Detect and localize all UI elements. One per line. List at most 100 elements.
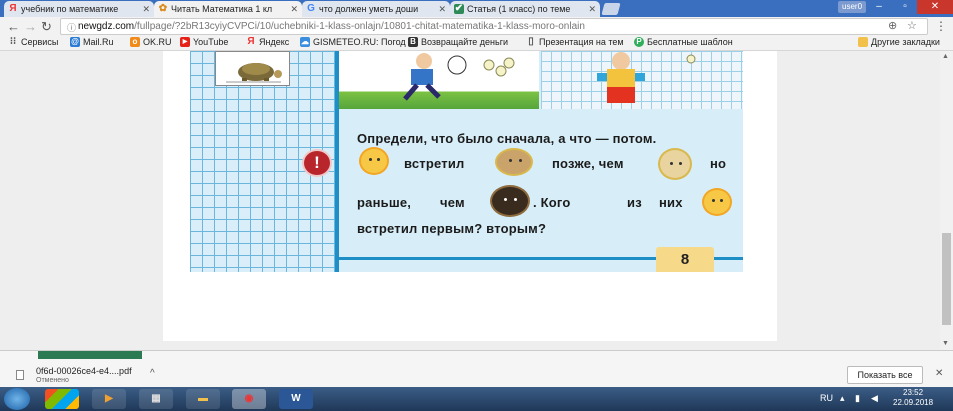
windows-flag-icon[interactable] xyxy=(45,389,79,409)
bookmark-label: Возвращайте деньги xyxy=(421,37,509,47)
word-icon[interactable]: W xyxy=(279,389,313,409)
exercise-text-later-than: позже, чем xyxy=(552,156,624,171)
address-bar[interactable]: ⓘ newgdz.com/fullpage/?2bR13cyiyCVPCi/10… xyxy=(60,18,928,35)
tab-label: Читать Математика 1 кл xyxy=(171,4,273,14)
info-icon[interactable]: ⓘ xyxy=(67,21,76,34)
bookmark-other[interactable]: Другие закладки xyxy=(858,37,940,47)
tab-google-search[interactable]: G что должен уметь доши ✕ xyxy=(302,1,450,17)
start-button[interactable] xyxy=(4,388,30,410)
flower-icon: ✿ xyxy=(158,3,168,14)
downloads-bar: 0f6d-00026ce4-e4....pdf Отменено ^ Показ… xyxy=(0,350,953,387)
yandex-icon: Я xyxy=(247,36,255,47)
window-close-icon[interactable]: ✕ xyxy=(917,0,953,14)
clock-date: 22.09.2018 xyxy=(893,398,934,407)
download-filename[interactable]: 0f6d-00026ce4-e4....pdf xyxy=(36,366,132,376)
bookmark-services[interactable]: ⁝⁝ Сервисы xyxy=(8,36,59,48)
exercise-text-who: . Кого xyxy=(533,195,571,210)
bookmark-presentation[interactable]: ▯ Презентация на тем xyxy=(526,37,624,48)
tab-label: что должен уметь доши xyxy=(319,4,419,14)
page-viewport: ! 8 Определи, что было сначала, а что — … xyxy=(0,51,940,350)
tab-label: Статья (1 класс) по теме xyxy=(467,4,571,14)
weather-icon: ☁ xyxy=(300,37,310,47)
bookmark-ok[interactable]: o OK.RU xyxy=(130,37,172,47)
turtle-icon xyxy=(226,63,282,83)
mail-icon: @ xyxy=(70,37,80,47)
bookmark-label: Бесплатные шаблон xyxy=(647,37,733,47)
page-number: 8 xyxy=(656,247,714,272)
toolbar: ← → ↻ ⓘ newgdz.com/fullpage/?2bR13cyiyCV… xyxy=(0,17,953,36)
exercise-text-than: чем xyxy=(440,195,465,210)
exercise-text-earlier: раньше, xyxy=(357,195,412,210)
scroll-up-icon[interactable]: ▲ xyxy=(942,53,949,60)
bookmark-yandex[interactable]: Я Яндекс xyxy=(246,36,290,48)
bookmark-templates[interactable]: P Бесплатные шаблон xyxy=(634,37,733,47)
bookmark-gismeteo[interactable]: ☁ GISMETEO.RU: Погод xyxy=(300,37,406,47)
show-all-downloads-button[interactable]: Показать все xyxy=(847,366,923,384)
standing-boy-picture xyxy=(541,51,743,109)
boy-standing-icon xyxy=(597,52,696,103)
bookmark-youtube[interactable]: ▶ YouTube xyxy=(180,37,228,47)
exercise-line-1: Определи, что было сначала, а что — пото… xyxy=(357,131,657,146)
explorer-folder-icon[interactable]: ▬ xyxy=(186,389,220,409)
close-icon[interactable]: ✕ xyxy=(438,4,446,15)
url-text[interactable]: newgdz.com/fullpage/?2bR13cyiyCVPCi/10/u… xyxy=(78,21,585,32)
tab-label: учебник по математике xyxy=(21,4,119,14)
url-host: newgdz.com xyxy=(78,21,135,32)
bookmark-label: OK.RU xyxy=(143,37,172,47)
minimize-icon[interactable]: – xyxy=(866,0,892,14)
close-icon[interactable]: ✕ xyxy=(588,4,596,15)
new-tab-button[interactable] xyxy=(601,3,621,15)
bookmark-star-icon[interactable]: ☆ xyxy=(907,19,917,32)
system-clock[interactable]: 23:52 22.09.2018 xyxy=(893,388,933,408)
tab-strip: Я учебник по математике ✕ ✿ Читать Матем… xyxy=(0,0,953,17)
close-icon[interactable]: ✕ xyxy=(142,4,150,15)
forward-arrow-icon[interactable]: → xyxy=(24,19,37,34)
bookmark-mailru[interactable]: @ Mail.Ru xyxy=(70,37,114,47)
close-icon[interactable]: ✕ xyxy=(290,4,298,15)
tab-yandex-textbook[interactable]: Я учебник по математике ✕ xyxy=(4,1,154,17)
ok-icon: o xyxy=(130,37,140,47)
page-scrollbar[interactable]: ▲ ▼ xyxy=(940,51,953,350)
chrome-icon[interactable]: ◉ xyxy=(232,389,266,409)
exercise-line-4: встретил первым? вторым? xyxy=(357,221,547,236)
bookmark-label: Mail.Ru xyxy=(83,37,114,47)
bookmarks-bar: ⁝⁝ Сервисы @ Mail.Ru o OK.RU ▶ YouTube Я Янде… xyxy=(0,36,953,51)
bookmark-label: Сервисы xyxy=(21,37,59,47)
language-indicator[interactable]: RU xyxy=(820,393,833,403)
exercise-text-but: но xyxy=(710,156,727,171)
bear-icon xyxy=(490,185,530,217)
maximize-icon[interactable]: ▫ xyxy=(892,0,918,14)
bookmark-label: Яндекс xyxy=(259,37,290,47)
google-icon: G xyxy=(307,3,315,14)
tab-article[interactable]: ✔ Статья (1 класс) по теме ✕ xyxy=(450,1,600,17)
zoom-icon[interactable]: ⊕ xyxy=(888,19,897,32)
p-icon: P xyxy=(634,37,644,47)
squirrel-icon xyxy=(495,148,533,176)
close-icon[interactable]: ✕ xyxy=(935,368,943,379)
sun-face-icon xyxy=(359,147,389,175)
tab-math-book[interactable]: ✿ Читать Математика 1 кл ✕ xyxy=(154,1,302,17)
network-icon[interactable]: ▮ xyxy=(855,393,860,404)
calculator-icon[interactable]: ▦ xyxy=(139,389,173,409)
download-status: Отменено xyxy=(36,377,69,384)
user-profile-badge[interactable]: user0 xyxy=(838,1,867,13)
volume-icon[interactable]: ◀ xyxy=(871,393,878,404)
bookmark-label: Презентация на тем xyxy=(539,37,624,47)
menu-dots-icon[interactable]: ⋮ xyxy=(935,19,947,33)
chevron-up-icon[interactable]: ^ xyxy=(150,368,155,379)
media-player-icon[interactable]: ▶ xyxy=(92,389,126,409)
youtube-icon: ▶ xyxy=(180,37,190,47)
scroll-down-icon[interactable]: ▼ xyxy=(942,340,949,347)
back-arrow-icon[interactable]: ← xyxy=(7,19,20,34)
bookmark-label: Другие закладки xyxy=(871,37,940,47)
exclamation-icon: ! xyxy=(302,149,332,177)
clock-time: 23:52 xyxy=(903,388,924,397)
tray-arrow-icon[interactable]: ▴ xyxy=(840,393,845,404)
apps-grid-icon: ⁝⁝ xyxy=(9,36,17,47)
reload-icon[interactable]: ↻ xyxy=(41,19,52,34)
bookmark-money-back[interactable]: B Возвращайте деньги xyxy=(408,37,508,47)
exercise-text-them: них xyxy=(659,195,683,210)
b-icon: B xyxy=(408,37,418,47)
scrollbar-thumb[interactable] xyxy=(942,233,951,325)
pdf-file-icon xyxy=(16,370,24,380)
